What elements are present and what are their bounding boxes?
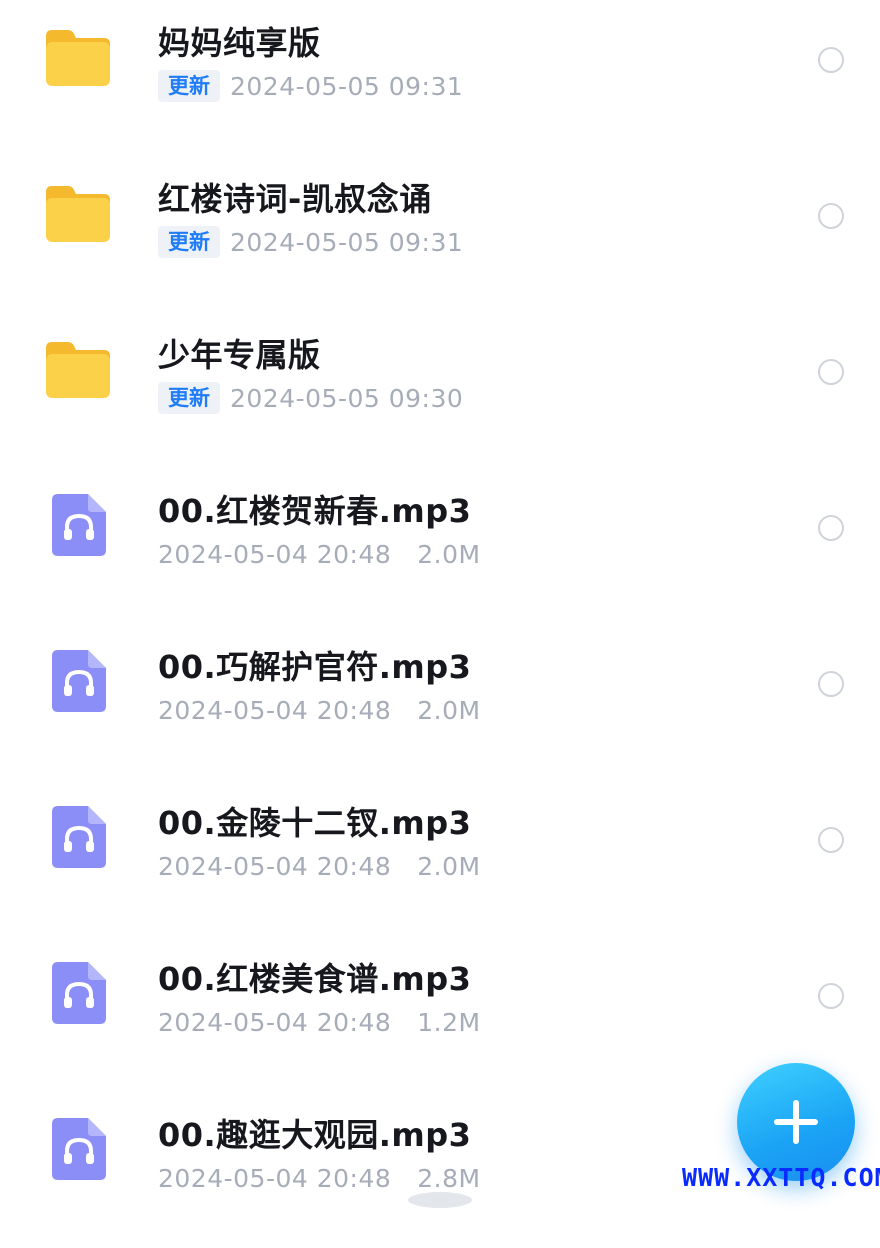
file-date: 2024-05-04 20:48 [158, 1007, 392, 1037]
select-checkbox[interactable] [818, 983, 844, 1009]
plus-icon [774, 1100, 818, 1144]
file-meta: 2024-05-04 20:48 2.8M [158, 1160, 481, 1196]
file-name: 00.红楼贺新春.mp3 [158, 492, 472, 530]
file-meta: 2024-05-04 20:48 1.2M [158, 1004, 481, 1040]
list-item[interactable]: 00.巧解护官符.mp3 2024-05-04 20:48 2.0M [0, 624, 880, 780]
file-meta: 2024-05-04 20:48 2.0M [158, 692, 481, 728]
file-name: 红楼诗词-凯叔念诵 [158, 180, 432, 218]
file-size: 1.2M [417, 1007, 481, 1037]
audio-file-icon [52, 1118, 106, 1180]
file-size: 2.0M [417, 539, 481, 569]
file-meta: 更新 2024-05-05 09:31 [158, 224, 463, 260]
file-name: 00.金陵十二钗.mp3 [158, 804, 472, 842]
file-date: 2024-05-04 20:48 [158, 851, 392, 881]
update-badge: 更新 [158, 226, 220, 258]
file-size: 2.8M [417, 1163, 481, 1193]
select-checkbox[interactable] [818, 359, 844, 385]
list-item[interactable]: 00.红楼贺新春.mp3 2024-05-04 20:48 2.0M [0, 468, 880, 624]
list-item[interactable]: 00.红楼美食谱.mp3 2024-05-04 20:48 1.2M [0, 936, 880, 1092]
file-size: 2.0M [417, 851, 481, 881]
file-date: 2024-05-05 09:30 [230, 383, 464, 413]
file-name: 00.趣逛大观园.mp3 [158, 1116, 472, 1154]
file-name: 00.巧解护官符.mp3 [158, 648, 472, 686]
list-item[interactable]: 妈妈纯享版 更新 2024-05-05 09:31 [0, 0, 880, 156]
select-checkbox[interactable] [818, 47, 844, 73]
file-name: 妈妈纯享版 [158, 24, 321, 62]
file-meta: 更新 2024-05-05 09:31 [158, 68, 463, 104]
update-badge: 更新 [158, 70, 220, 102]
file-meta: 2024-05-04 20:48 2.0M [158, 848, 481, 884]
file-date: 2024-05-04 20:48 [158, 1163, 392, 1193]
folder-icon [44, 28, 112, 88]
list-item[interactable]: 00.金陵十二钗.mp3 2024-05-04 20:48 2.0M [0, 780, 880, 936]
audio-file-icon [52, 494, 106, 556]
file-meta: 更新 2024-05-05 09:30 [158, 380, 463, 416]
select-checkbox[interactable] [818, 827, 844, 853]
file-list: 妈妈纯享版 更新 2024-05-05 09:31 红楼诗词-凯叔念诵 更新 2… [0, 0, 880, 1200]
list-item[interactable]: 少年专属版 更新 2024-05-05 09:30 [0, 312, 880, 468]
folder-icon [44, 184, 112, 244]
select-checkbox[interactable] [818, 203, 844, 229]
select-checkbox[interactable] [818, 671, 844, 697]
file-date: 2024-05-04 20:48 [158, 695, 392, 725]
audio-file-icon [52, 806, 106, 868]
file-name: 00.红楼美食谱.mp3 [158, 960, 472, 998]
watermark: WWW.XXTTQ.COM [682, 1163, 880, 1192]
list-item[interactable]: 红楼诗词-凯叔念诵 更新 2024-05-05 09:31 [0, 156, 880, 312]
file-meta: 2024-05-04 20:48 2.0M [158, 536, 481, 572]
file-date: 2024-05-05 09:31 [230, 71, 464, 101]
file-date: 2024-05-04 20:48 [158, 539, 392, 569]
update-badge: 更新 [158, 382, 220, 414]
file-date: 2024-05-05 09:31 [230, 227, 464, 257]
bottom-handle [408, 1192, 472, 1208]
folder-icon [44, 340, 112, 400]
file-size: 2.0M [417, 695, 481, 725]
audio-file-icon [52, 962, 106, 1024]
select-checkbox[interactable] [818, 515, 844, 541]
file-name: 少年专属版 [158, 336, 321, 374]
audio-file-icon [52, 650, 106, 712]
